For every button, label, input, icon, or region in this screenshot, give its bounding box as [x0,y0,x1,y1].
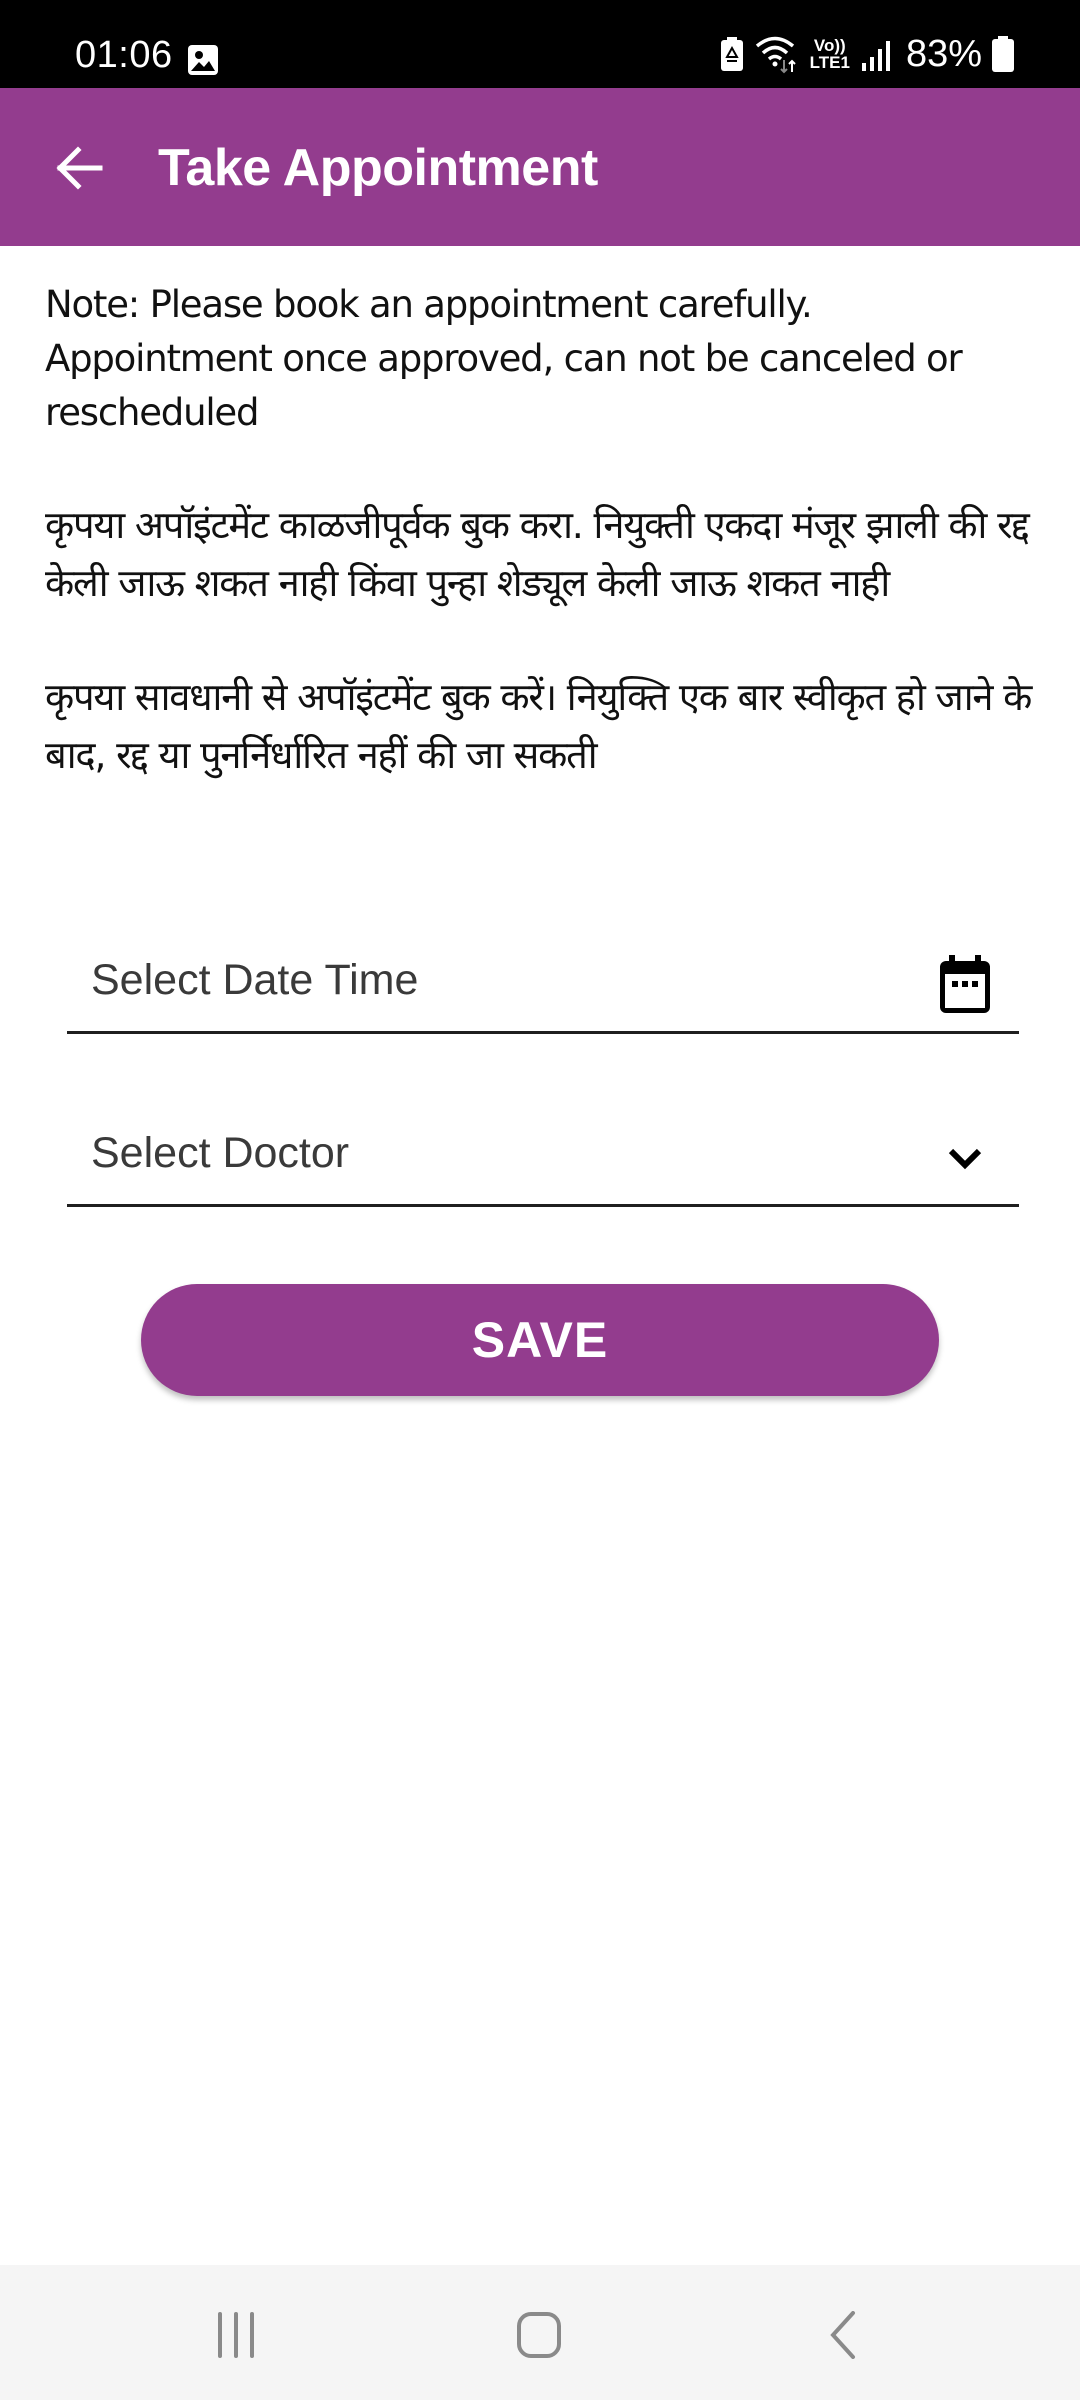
notes-section: Note: Please book an appointment careful… [45,278,1035,840]
volte-icon: Vo)) LTE1 [810,37,850,71]
volte-label: Vo)) [813,36,846,55]
status-time: 01:06 [75,34,173,76]
status-icons: Vo)) LTE1 83% [720,30,1014,78]
home-icon [517,2312,561,2358]
date-time-field[interactable]: Select Date Time [67,930,1019,1034]
recents-button[interactable] [176,2295,296,2375]
back-button[interactable] [44,138,114,198]
system-nav-bar [0,2265,1080,2400]
battery-icon [992,36,1014,72]
arrow-left-icon [56,146,103,190]
back-icon [830,2311,855,2359]
nav-back-button[interactable] [782,2295,902,2375]
status-bar: 01:06 Vo)) LTE1 83% [0,0,1080,88]
battery-saver-icon [720,37,743,71]
chevron-down-icon[interactable] [937,1127,993,1187]
battery-percent: 83% [905,33,982,75]
page-title: Take Appointment [158,139,598,197]
recents-icon [218,2312,254,2358]
doctor-placeholder: Select Doctor [91,1129,350,1177]
signal-icon [861,41,890,71]
note-hindi: कृपया सावधानी से अपॉइंटमेंट बुक करें। नि… [45,675,1032,777]
note-english: Note: Please book an appointment careful… [45,283,963,434]
save-button[interactable]: SAVE [141,1284,939,1396]
save-label: SAVE [471,1312,609,1368]
app-bar: Take Appointment [0,88,1080,246]
note-marathi: कृपया अपॉइंटमेंट काळजीपूर्वक बुक करा. नि… [45,503,1030,605]
gallery-icon [188,45,218,75]
doctor-select[interactable]: Select Doctor [67,1103,1019,1207]
calendar-icon[interactable] [937,954,993,1014]
wifi-icon [755,36,796,74]
lte-label: LTE1 [809,53,850,72]
date-time-placeholder: Select Date Time [91,956,419,1004]
home-button[interactable] [479,2295,599,2375]
